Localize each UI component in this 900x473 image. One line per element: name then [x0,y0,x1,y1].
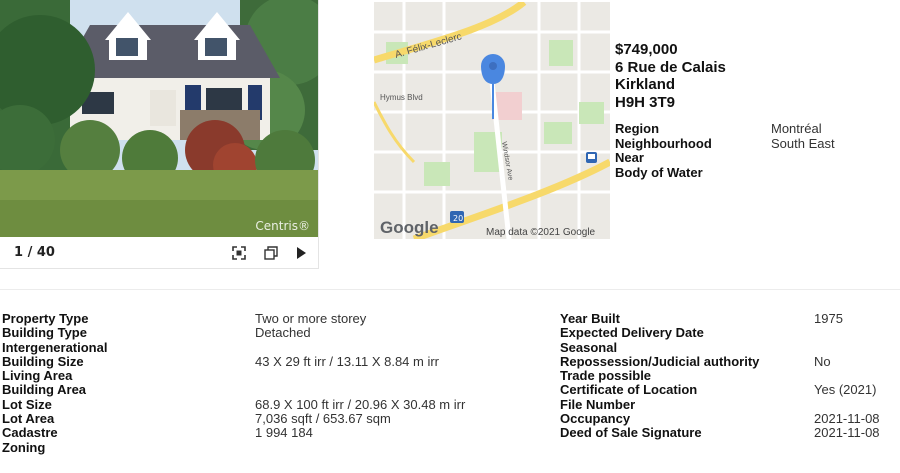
detail-row: Seasonal [560,339,900,355]
detail-label: Trade possible [560,368,652,384]
detail-row: Building Size 43 X 29 ft irr / 13.11 X 8.… [2,353,522,369]
detail-label: Building Size [2,353,84,369]
location-row: Region Montréal [615,121,895,137]
play-next-icon[interactable] [290,242,312,264]
detail-row: Lot Area 7,036 sqft / 653.67 sqm [2,411,522,427]
detail-value: 2021-11-08 [814,411,880,427]
neighbourhood-label: Neighbourhood [615,135,712,151]
region-label: Region [615,121,660,136]
detail-label: Property Type [2,311,89,326]
property-details-left: Property Type Two or more storey Building… [2,311,522,455]
detail-row: Occupancy 2021-11-08 [560,411,900,427]
detail-label: File Number [560,396,636,412]
location-row: Body of Water [615,164,895,181]
detail-label: Lot Size [2,396,52,412]
detail-row: Lot Size 68.9 X 100 ft irr / 20.96 X 30.4… [2,396,522,412]
detail-value: 2021-11-08 [814,425,880,441]
detail-row: Building Area [2,382,522,398]
detail-label: Building Type [2,325,87,341]
property-details-right: Year Built 1975 Expected Delivery Date Se… [560,311,900,441]
detail-row: Certificate of Location Yes (2021) [560,382,900,398]
gallery-controls: 1 / 40 [0,237,318,268]
gallery-icon[interactable] [260,242,282,264]
neighbourhood-value: South East [771,135,835,151]
detail-label: Lot Area [2,411,55,427]
region-value: Montréal [771,121,822,136]
detail-value: 43 X 29 ft irr / 13.11 X 8.84 m irr [255,353,440,369]
detail-label: Building Area [2,382,87,398]
map-highway-shield: 20 [453,214,463,223]
location-details: Region Montréal Neighbourhood South East… [615,121,895,181]
detail-value: 7,036 sqft / 653.67 sqm [255,411,391,427]
postal-code: H9H 3T9 [615,93,676,111]
detail-label: Seasonal [560,339,618,355]
detail-row: Zoning [2,439,522,455]
location-row: Near [615,150,895,166]
near-label: Near [615,150,644,165]
map-attribution[interactable]: Map data ©2021 Google [486,227,596,238]
detail-value: Detached [255,325,311,341]
detail-row: Building Type Detached [2,325,522,341]
map-google-logo: Google [380,218,439,237]
detail-value: 68.9 X 100 ft irr / 20.96 X 30.48 m irr [255,396,466,412]
photo-counter: 1 / 40 [14,245,55,260]
detail-row: Living Area [2,368,522,384]
detail-row: Year Built 1975 [560,311,900,326]
detail-row: Intergenerational [2,339,522,355]
price: $749,000 [615,41,678,58]
section-divider [0,289,900,290]
detail-label: Deed of Sale Signature [560,425,702,441]
detail-value: Yes (2021) [814,382,877,398]
map-label-street: Hymus Blvd [380,93,423,102]
detail-label: Zoning [2,439,46,455]
detail-row: Property Type Two or more storey [2,311,522,326]
detail-label: Repossession/Judicial authority [560,353,760,369]
detail-label: Year Built [560,311,620,326]
detail-row: Deed of Sale Signature 2021-11-08 [560,425,900,441]
listing-heading: $749,000 6 Rue de Calais Kirkland H9H 3T… [615,41,726,111]
detail-row: Trade possible [560,368,900,384]
fullscreen-icon[interactable] [228,242,250,264]
detail-value: 1 994 184 [255,425,313,441]
photo-gallery: Centris® 1 / 40 [0,0,319,269]
property-photo[interactable]: Centris® [0,0,318,237]
detail-value: 1975 [814,311,843,326]
city: Kirkland [615,76,676,93]
detail-label: Intergenerational [2,339,108,355]
detail-value: Two or more storey [255,311,367,326]
detail-row: File Number [560,396,900,412]
detail-value: No [814,353,831,369]
photo-watermark: Centris® [255,219,310,233]
detail-row: Cadastre 1 994 184 [2,425,522,441]
detail-label: Cadastre [2,425,58,441]
address-line: 6 Rue de Calais [615,58,726,76]
detail-label: Certificate of Location [560,382,698,398]
location-row: Neighbourhood South East [615,135,895,152]
detail-row: Expected Delivery Date [560,325,900,341]
detail-label: Expected Delivery Date [560,325,704,341]
detail-label: Living Area [2,368,73,384]
detail-row: Repossession/Judicial authority No [560,353,900,369]
body-of-water-label: Body of Water [615,164,703,180]
location-map[interactable]: A. Félix-Leclerc Hymus Blvd Windsor Ave … [374,2,610,239]
detail-label: Occupancy [560,411,631,427]
